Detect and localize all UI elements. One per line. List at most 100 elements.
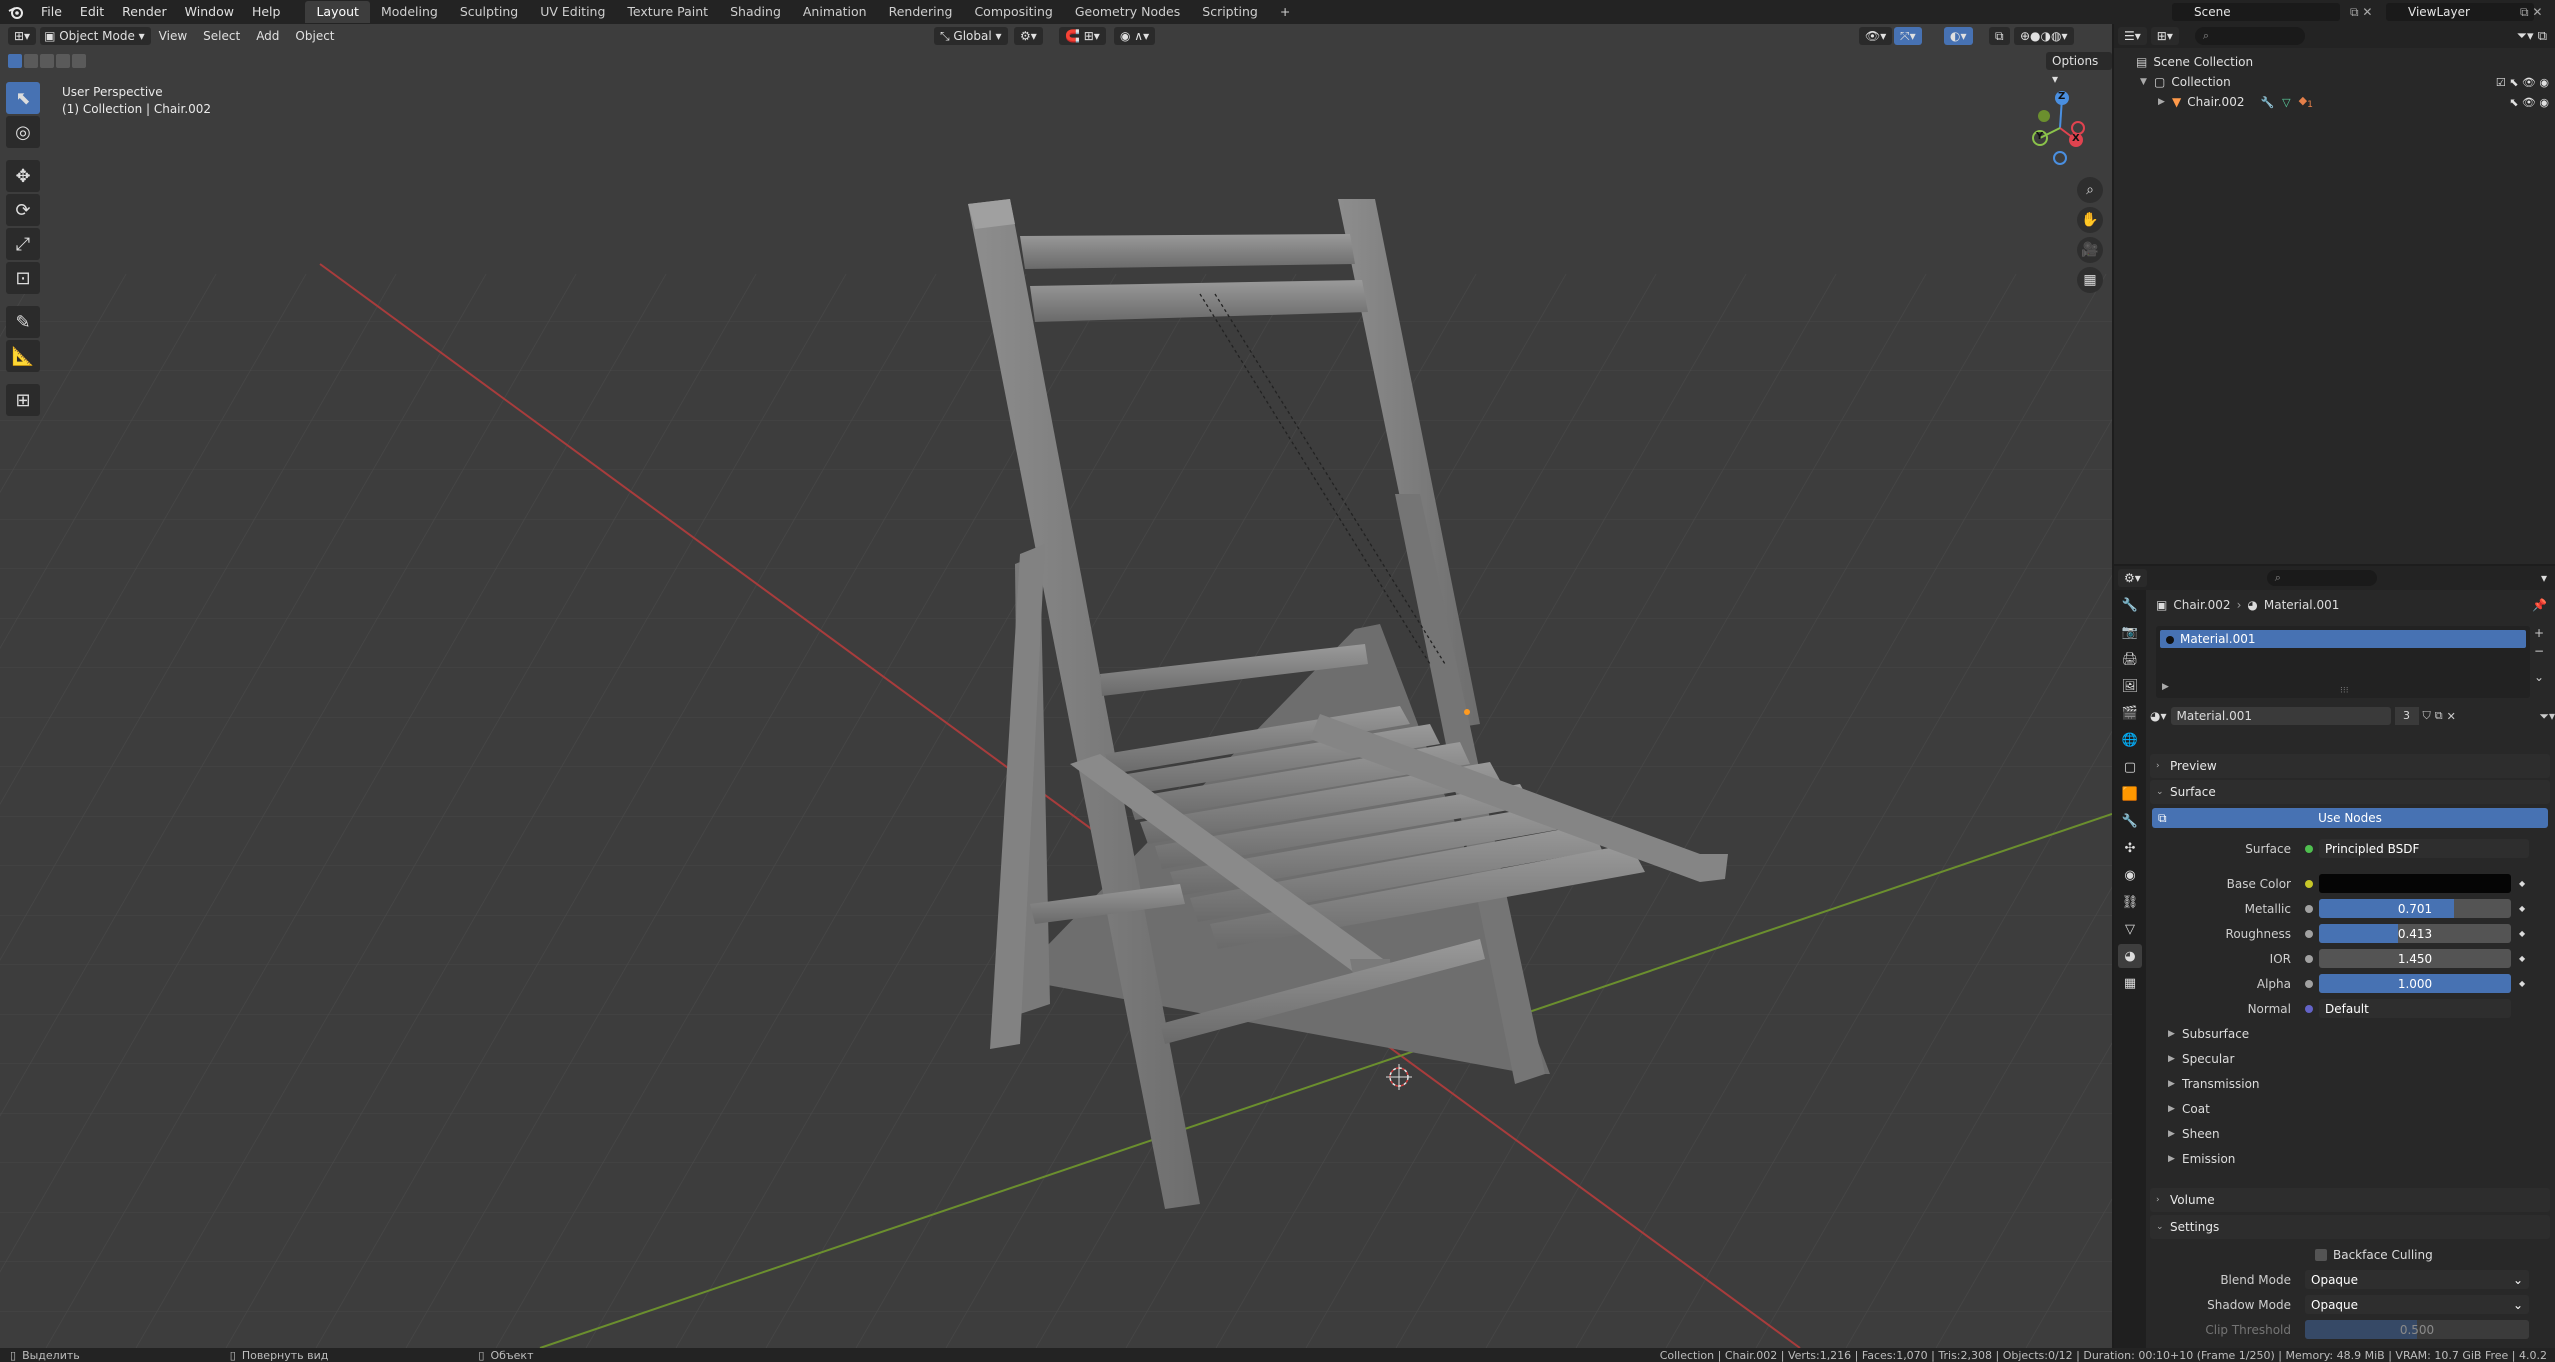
particles-tab-icon[interactable]: ✣ <box>2118 836 2142 860</box>
material-tab-icon[interactable]: ◕ <box>2118 944 2142 968</box>
tab-geometry-nodes[interactable]: Geometry Nodes <box>1064 1 1191 23</box>
coat-subpanel[interactable]: ▶ Coat <box>2150 1096 2550 1121</box>
tab-texture-paint[interactable]: Texture Paint <box>616 1 719 23</box>
scene-collection-row[interactable]: ▤ Scene Collection <box>2114 52 2555 72</box>
3d-viewport[interactable]: ⊞▾ ▣ Object Mode ▾ View Select Add Objec… <box>0 24 2112 1348</box>
material-slot-list[interactable]: Material.001 ▶ ⁝⁝⁝ <box>2156 626 2530 698</box>
view-layer-selector[interactable]: ViewLayer <box>2386 3 2534 21</box>
options-button[interactable]: Options ▾ <box>2046 52 2112 86</box>
blend-mode-dropdown[interactable]: Opaque ⌄ <box>2305 1270 2529 1289</box>
outliner-object-row[interactable]: ▶ ▼ Chair.002 🔧 ▽ ◆1 ⬉ 👁 ◉ <box>2114 92 2555 112</box>
tool-tab-icon[interactable]: 🔧 <box>2118 593 2142 617</box>
editor-type-icon[interactable]: ⊞▾ <box>8 27 37 45</box>
keyframe-dot-icon[interactable]: ◆ <box>2519 979 2525 988</box>
sheen-subpanel[interactable]: ▶ Sheen <box>2150 1121 2550 1146</box>
add-cube-tool-icon[interactable]: ⊞ <box>6 384 40 416</box>
tab-animation[interactable]: Animation <box>792 1 878 23</box>
keyframe-dot-icon[interactable]: ◆ <box>2519 904 2525 913</box>
collection-expand-icon[interactable]: ▼ <box>2140 77 2154 87</box>
transform-tool-icon[interactable]: ⊡ <box>6 262 40 294</box>
shading-modes-icon[interactable]: ⊕●◑◍▾ <box>2014 27 2074 45</box>
modifier-icon[interactable]: 🔧 <box>2260 96 2274 109</box>
zoom-icon[interactable]: ⌕ <box>2077 177 2103 203</box>
menu-file[interactable]: File <box>32 0 71 24</box>
alpha-slider[interactable]: 1.000 <box>2319 974 2511 993</box>
volume-panel-header[interactable]: › Volume <box>2150 1188 2550 1212</box>
tab-shading[interactable]: Shading <box>719 1 792 23</box>
scene-tab-icon[interactable]: 🎬 <box>2118 701 2142 725</box>
output-tab-icon[interactable]: 🖨 <box>2118 647 2142 671</box>
tab-compositing[interactable]: Compositing <box>963 1 1063 23</box>
proportional-edit-icon[interactable]: ◉ ∧▾ <box>1114 27 1156 45</box>
outliner-search-input[interactable]: ⌕ <box>2194 27 2305 45</box>
keyframe-dot-icon[interactable]: ◆ <box>2519 879 2525 888</box>
list-expand-icon[interactable]: ▶ <box>2162 682 2169 692</box>
modifier-tab-icon[interactable]: 🔧 <box>2118 809 2142 833</box>
select-new-icon[interactable] <box>8 54 22 68</box>
menu-help[interactable]: Help <box>243 0 290 24</box>
move-tool-icon[interactable]: ✥ <box>6 160 40 192</box>
mode-selector[interactable]: ▣ Object Mode ▾ <box>40 27 151 45</box>
render-tab-icon[interactable]: 📷 <box>2118 620 2142 644</box>
surface-shader-field[interactable]: Principled BSDF <box>2319 839 2529 858</box>
unlink-material-icon[interactable]: ✕ <box>2447 710 2456 723</box>
select-invert-icon[interactable] <box>56 54 70 68</box>
menu-window[interactable]: Window <box>176 0 243 24</box>
snap-icon[interactable]: 🧲 ⊞▾ <box>1059 27 1106 45</box>
preview-panel-header[interactable]: › Preview <box>2150 754 2550 778</box>
texture-tab-icon[interactable]: ▦ <box>2118 971 2142 995</box>
use-nodes-button[interactable]: ⧉ Use Nodes <box>2152 808 2548 828</box>
collection-visibility-icons[interactable]: ☑ ⬉ 👁 ◉ <box>2496 76 2549 89</box>
specular-subpanel[interactable]: ▶ Specular <box>2150 1046 2550 1071</box>
roughness-slider[interactable]: 0.413 <box>2319 924 2511 943</box>
keyframe-dot-icon[interactable]: ◆ <box>2519 929 2525 938</box>
blender-logo-icon[interactable] <box>0 0 32 24</box>
pin-icon[interactable]: 📌 <box>2532 598 2547 612</box>
xray-icon[interactable]: ⧉ <box>1989 27 2010 45</box>
select-tool-icon[interactable]: ⬉ <box>6 82 40 114</box>
menu-select[interactable]: Select <box>195 29 248 43</box>
transmission-subpanel[interactable]: ▶ Transmission <box>2150 1071 2550 1096</box>
clip-threshold-slider[interactable]: 0.500 <box>2305 1320 2529 1339</box>
user-count-button[interactable]: 3 <box>2394 707 2419 725</box>
tab-rendering[interactable]: Rendering <box>878 1 964 23</box>
rotate-tool-icon[interactable]: ⟳ <box>6 194 40 226</box>
normal-field[interactable]: Default <box>2319 999 2511 1018</box>
annotate-tool-icon[interactable]: ✎ <box>6 306 40 338</box>
ortho-grid-icon[interactable]: ▦ <box>2077 267 2103 293</box>
view-layer-tab-icon[interactable]: 🖼 <box>2118 674 2142 698</box>
display-mode-icon[interactable]: ⊞▾ <box>2150 27 2179 45</box>
measure-tool-icon[interactable]: 📐 <box>6 340 40 372</box>
overlays-icon[interactable]: ◐▾ <box>1944 27 1973 45</box>
gizmo-toggle-icon[interactable]: ⤧▾ <box>1894 27 1922 45</box>
backface-culling-checkbox[interactable] <box>2315 1248 2327 1261</box>
slot-menu-icon[interactable]: ⌄ <box>2534 670 2544 684</box>
collection-tab-icon[interactable]: ▢ <box>2118 755 2142 779</box>
tab-layout[interactable]: Layout <box>305 1 370 23</box>
base-color-swatch[interactable] <box>2319 874 2511 893</box>
add-slot-icon[interactable]: + <box>2534 626 2544 640</box>
material-slot-item[interactable]: Material.001 <box>2160 630 2526 648</box>
menu-view[interactable]: View <box>151 29 195 43</box>
tab-modeling[interactable]: Modeling <box>370 1 449 23</box>
menu-edit[interactable]: Edit <box>71 0 113 24</box>
navigation-gizmo[interactable]: Z X Y <box>2020 88 2100 168</box>
material-name-field[interactable]: Material.001 <box>2170 707 2391 725</box>
ior-field[interactable]: 1.450 <box>2319 949 2511 968</box>
browse-material-icon[interactable]: ◕▾ <box>2150 709 2167 723</box>
properties-search-input[interactable]: ⌕ <box>2266 570 2377 586</box>
filter-icon[interactable]: ⏷▾ ⧉ <box>2517 29 2547 44</box>
select-extend-icon[interactable] <box>24 54 38 68</box>
object-visibility-icons[interactable]: ⬉ 👁 ◉ <box>2509 96 2549 109</box>
add-workspace-button[interactable]: + <box>1269 1 1301 23</box>
menu-object[interactable]: Object <box>287 29 342 43</box>
menu-render[interactable]: Render <box>113 0 176 24</box>
surface-panel-header[interactable]: ⌄ Surface <box>2150 780 2550 804</box>
emission-subpanel[interactable]: ▶ Emission <box>2150 1146 2550 1171</box>
scene-actions-icon[interactable]: ⧉ ✕ <box>2350 5 2372 20</box>
object-expand-icon[interactable]: ▶ <box>2158 97 2172 107</box>
transform-orientation[interactable]: ⤡ Global ▾ <box>934 27 1008 45</box>
select-intersect-icon[interactable] <box>72 54 86 68</box>
breadcrumb-object[interactable]: Chair.002 <box>2173 598 2230 612</box>
tab-sculpting[interactable]: Sculpting <box>449 1 529 23</box>
